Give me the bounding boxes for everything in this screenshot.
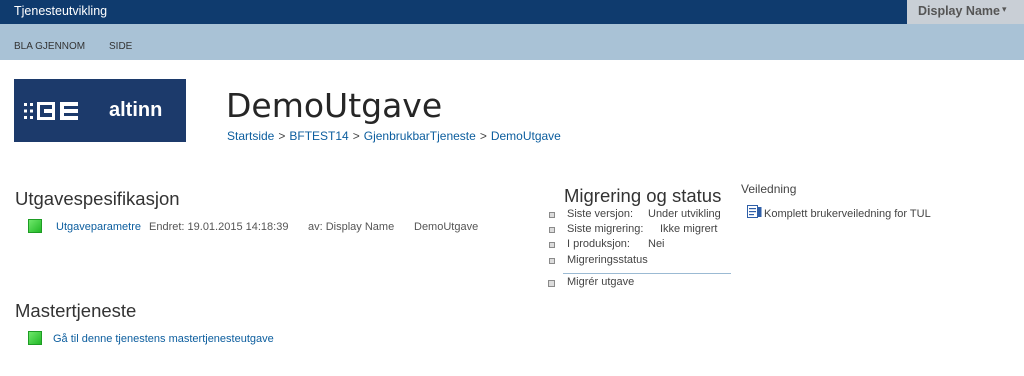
- breadcrumb-item-bftest14[interactable]: BFTEST14: [289, 129, 348, 143]
- user-name[interactable]: Display Name: [918, 4, 1000, 18]
- migrate-version-link[interactable]: Migrér utgave: [567, 276, 634, 288]
- document-icon: [747, 205, 762, 218]
- guidance-heading: Veiledning: [741, 182, 797, 196]
- breadcrumb-item-gjenbrukbartjeneste[interactable]: GjenbrukbarTjeneste: [364, 129, 476, 143]
- last-migration-label: Siste migrering:: [567, 223, 644, 235]
- breadcrumb-separator: >: [479, 129, 487, 143]
- page-title: DemoUtgave: [226, 86, 443, 125]
- spec-heading: Utgavespesifikasjon: [15, 188, 180, 209]
- app-title[interactable]: Tjenesteutvikling: [14, 4, 107, 18]
- top-bar: Tjenesteutvikling Display Name ▾: [0, 0, 1024, 24]
- spec-name-text: DemoUtgave: [414, 221, 479, 233]
- spec-parameters-link[interactable]: Utgaveparametre: [56, 221, 141, 233]
- last-migration-value: Ikke migrert: [660, 223, 718, 235]
- altinn-logo[interactable]: altinn: [14, 79, 186, 142]
- in-production-value: Nei: [648, 238, 665, 250]
- logo-text: altinn: [109, 99, 163, 121]
- migration-status-link[interactable]: Migreringsstatus: [567, 254, 648, 266]
- master-service-link[interactable]: Gå til denne tjenestens mastertjenesteut…: [53, 333, 274, 345]
- in-production-label: I produksjon:: [567, 238, 630, 250]
- last-version-value: Under utvikling: [648, 208, 721, 220]
- altinn-mark-icon: [24, 102, 78, 120]
- status-green-icon: [28, 219, 42, 233]
- bullet-icon: [549, 258, 555, 264]
- ribbon: BLA GJENNOM SIDE: [0, 24, 1024, 60]
- migrate-icon: [548, 280, 555, 287]
- user-guide-link[interactable]: Komplett brukerveiledning for TUL: [764, 208, 931, 220]
- breadcrumb-item-demoutgave[interactable]: DemoUtgave: [491, 129, 561, 143]
- migration-heading: Migrering og status: [564, 185, 722, 206]
- spec-changed-text: Endret: 19.01.2015 14:18:39: [149, 221, 289, 233]
- status-green-icon: [28, 331, 42, 345]
- chevron-down-icon[interactable]: ▾: [1002, 4, 1007, 15]
- bullet-icon: [549, 227, 555, 233]
- breadcrumb: Startside > BFTEST14 > GjenbrukbarTjeneste > D…: [227, 129, 561, 143]
- spec-author-text: av: Display Name: [308, 221, 395, 233]
- bullet-icon: [549, 242, 555, 248]
- user-menu[interactable]: Display Name ▾: [907, 0, 1024, 24]
- breadcrumb-item-startside[interactable]: Startside: [227, 129, 274, 143]
- tab-browse[interactable]: BLA GJENNOM: [14, 41, 85, 52]
- tab-page[interactable]: SIDE: [109, 41, 132, 52]
- bullet-icon: [549, 212, 555, 218]
- breadcrumb-separator: >: [278, 129, 286, 143]
- divider: [563, 273, 731, 274]
- last-version-label: Siste versjon:: [567, 208, 634, 220]
- breadcrumb-separator: >: [352, 129, 360, 143]
- master-heading: Mastertjeneste: [15, 300, 137, 321]
